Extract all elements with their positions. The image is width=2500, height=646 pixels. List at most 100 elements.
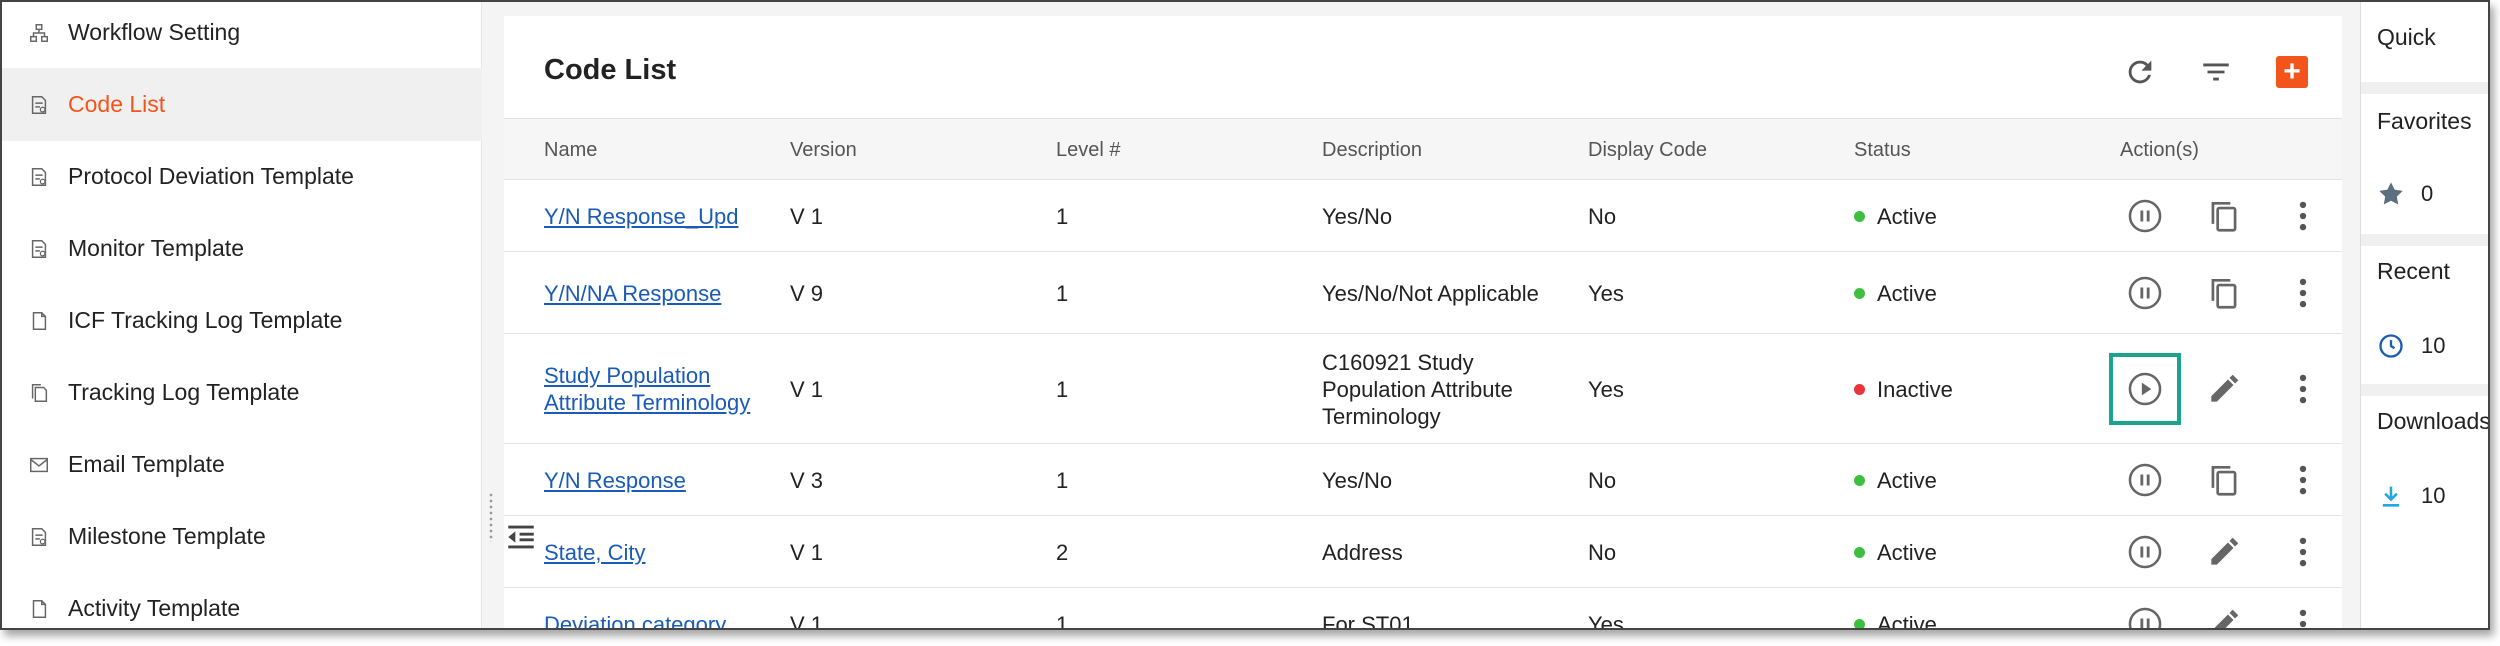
copy-button[interactable] — [2199, 268, 2249, 318]
sidebar-item[interactable]: Milestone Template — [2, 500, 482, 573]
column-header[interactable]: Level # — [1056, 139, 1121, 162]
description-cell: Yes/No — [1322, 204, 1393, 229]
status-text: Active — [1877, 281, 1937, 306]
deactivate-button[interactable] — [2120, 599, 2170, 628]
pencil-icon — [2211, 374, 2239, 402]
divider — [2361, 384, 2488, 396]
sidebar-item[interactable]: Email Template — [2, 428, 482, 501]
deactivate-button[interactable] — [2120, 527, 2170, 577]
version-cell: V 1 — [790, 612, 824, 630]
code-list-icon — [28, 94, 50, 116]
status-text: Active — [1877, 540, 1937, 565]
deactivate-button[interactable] — [2120, 191, 2170, 241]
mail-icon — [28, 454, 50, 476]
copy-button[interactable] — [2199, 455, 2249, 505]
display-code-cell: Yes — [1588, 612, 1624, 630]
sidebar: Workflow Setting Code List Protocol Deviat… — [2, 2, 482, 628]
deactivate-button[interactable] — [2120, 268, 2170, 318]
sidebar-item[interactable]: Monitor Template — [2, 212, 482, 285]
recent-count-value: 10 — [2421, 333, 2446, 358]
copy-button[interactable] — [2199, 191, 2249, 241]
display-code-cell: Yes — [1588, 281, 1624, 306]
status-text: Active — [1877, 204, 1937, 229]
copy-document-icon — [28, 382, 50, 404]
code-list-link[interactable]: Y/N Response_Upd — [544, 204, 738, 229]
filter-icon — [2203, 63, 2229, 81]
quick-title: Quick — [2377, 24, 2436, 50]
sidebar-item-label: Activity Template — [68, 595, 241, 621]
level-cell: 1 — [1056, 204, 1069, 229]
more-vertical-icon — [2299, 465, 2307, 495]
more-actions-button[interactable] — [2278, 364, 2328, 414]
status-badge: Active — [1854, 611, 1937, 628]
display-code-cell: No — [1588, 468, 1617, 493]
add-button[interactable]: + — [2270, 50, 2314, 94]
pencil-icon — [2214, 609, 2239, 628]
level-cell: 1 — [1056, 281, 1069, 306]
deactivate-button[interactable] — [2120, 455, 2170, 505]
document-icon — [28, 598, 50, 620]
edit-button[interactable] — [2199, 527, 2249, 577]
resize-handle[interactable] — [488, 492, 494, 542]
recent-count[interactable]: 10 — [2377, 332, 2445, 360]
table-header: Name Version Level # Description Display Cod… — [504, 118, 2342, 180]
more-actions-button[interactable] — [2278, 191, 2328, 241]
column-header[interactable]: Name — [544, 139, 597, 162]
edit-button[interactable] — [2199, 599, 2249, 628]
more-vertical-icon — [2299, 278, 2307, 308]
favorites-label[interactable]: Favorites — [2377, 108, 2472, 135]
more-actions-button[interactable] — [2278, 268, 2328, 318]
filter-button[interactable] — [2194, 50, 2238, 94]
sidebar-item[interactable]: Tracking Log Template — [2, 356, 482, 429]
sidebar-item-label: ICF Tracking Log Template — [68, 307, 343, 333]
more-vertical-icon — [2299, 374, 2307, 404]
play-circle-icon — [2128, 372, 2162, 406]
name-cell: Y/N/NA Response — [544, 280, 754, 307]
code-list-link[interactable]: State, City — [544, 540, 645, 565]
more-actions-button[interactable] — [2278, 527, 2328, 577]
version-cell: V 1 — [790, 540, 824, 565]
more-vertical-icon — [2299, 537, 2307, 567]
sidebar-item[interactable]: Protocol Deviation Template — [2, 140, 482, 213]
recent-label[interactable]: Recent — [2377, 258, 2450, 285]
edit-button[interactable] — [2199, 364, 2249, 414]
column-header[interactable]: Display Code — [1588, 139, 1707, 162]
sidebar-item[interactable]: ICF Tracking Log Template — [2, 284, 482, 357]
sidebar-item-label: Tracking Log Template — [68, 379, 300, 405]
template-icon — [28, 526, 50, 548]
column-header[interactable]: Description — [1322, 139, 1422, 162]
code-list-link[interactable]: Y/N Response — [544, 468, 686, 493]
column-header[interactable]: Status — [1854, 139, 1911, 162]
star-icon — [2379, 182, 2403, 205]
sidebar-item[interactable]: Code List — [2, 68, 482, 141]
sitemap-icon — [28, 22, 50, 44]
status-badge: Active — [1854, 467, 1937, 494]
more-actions-button[interactable] — [2278, 599, 2328, 628]
column-header[interactable]: Action(s) — [2120, 139, 2199, 162]
status-dot — [1854, 288, 1865, 299]
more-actions-button[interactable] — [2278, 455, 2328, 505]
quick-panel: Quick Favorites 0 Recent 10 Downloads 10 — [2360, 2, 2488, 628]
description-cell: For ST01 — [1322, 612, 1414, 630]
sidebar-item[interactable]: Activity Template — [2, 572, 482, 628]
sidebar-item[interactable]: Workflow Setting — [2, 2, 482, 69]
code-list-link[interactable]: Y/N/NA Response — [544, 281, 721, 306]
collapse-sidebar-icon[interactable] — [504, 520, 538, 554]
downloads-count[interactable]: 10 — [2377, 482, 2445, 510]
refresh-button[interactable] — [2118, 50, 2162, 94]
column-header[interactable]: Version — [790, 139, 857, 162]
code-list-link[interactable]: Deviation category — [544, 612, 726, 628]
table-row: Y/N Response V 3 1 Yes/No No Active — [504, 444, 2342, 516]
sidebar-item-label: Code List — [68, 91, 166, 117]
downloads-label[interactable]: Downloads — [2377, 408, 2488, 435]
code-list-link[interactable]: Study Population Attribute Terminology — [544, 363, 750, 415]
level-cell: 1 — [1056, 612, 1069, 630]
description-cell: Yes/No — [1322, 468, 1393, 493]
table-row: Y/N Response_Upd V 1 1 Yes/No No Active — [504, 180, 2342, 252]
app-window: Workflow Setting Code List Protocol Deviat… — [0, 0, 2490, 630]
code-list-card: Code List + Name Version Level # Descriptio… — [504, 16, 2342, 630]
favorites-count[interactable]: 0 — [2377, 180, 2433, 208]
activate-button[interactable] — [2109, 353, 2181, 425]
sidebar-item-label: Monitor Template — [68, 235, 244, 261]
plus-icon: + — [2276, 56, 2308, 88]
